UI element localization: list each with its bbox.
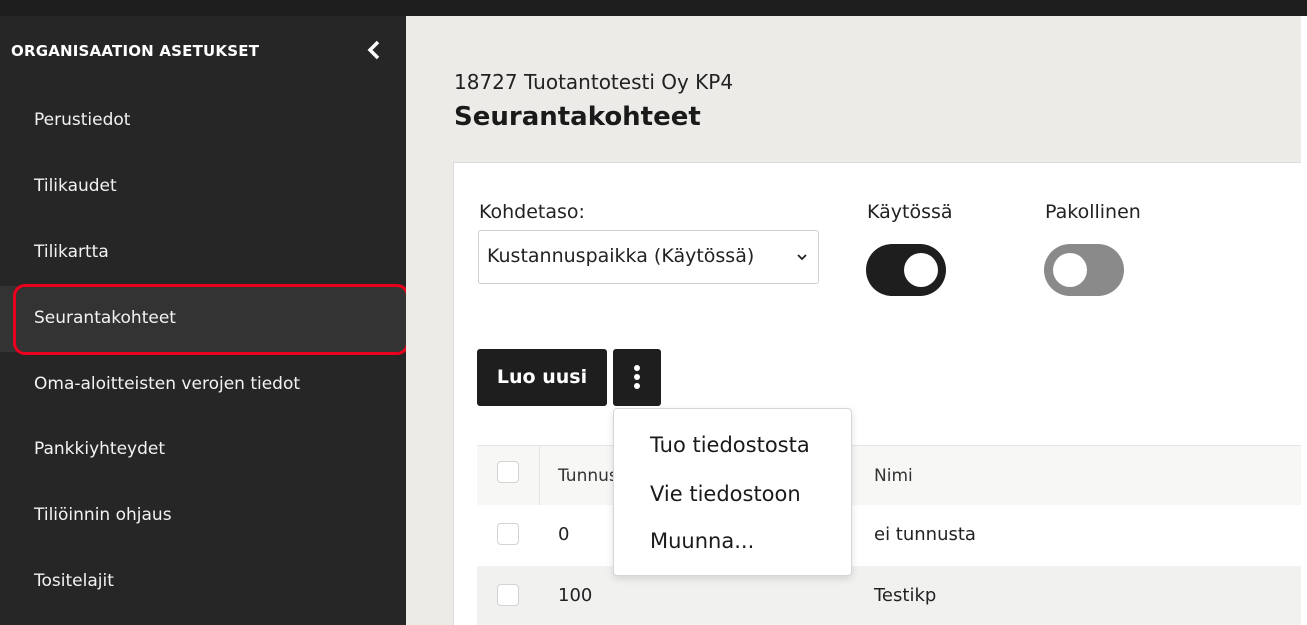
content-panel: Kohdetaso: Kustannuspaikka (Käytössä) Kä… bbox=[453, 162, 1302, 625]
pakollinen-toggle[interactable] bbox=[1044, 244, 1124, 296]
table-header: Tunnus Nimi bbox=[477, 445, 1302, 506]
more-actions-button[interactable] bbox=[613, 349, 661, 406]
toggle-knob bbox=[1053, 253, 1087, 287]
sidebar-title: ORGANISAATION ASETUKSET bbox=[11, 42, 260, 60]
column-header-tunnus[interactable]: Tunnus bbox=[558, 466, 618, 486]
sidebar-item-tilikaudet[interactable]: Tilikaudet bbox=[0, 154, 406, 220]
create-new-button[interactable]: Luo uusi bbox=[477, 349, 607, 406]
column-header-nimi[interactable]: Nimi bbox=[874, 466, 913, 486]
sidebar-item-label: Tositelajit bbox=[34, 571, 114, 591]
cell-nimi: ei tunnusta bbox=[874, 524, 976, 545]
sidebar-header: ORGANISAATION ASETUKSET bbox=[0, 16, 406, 88]
select-all-checkbox[interactable] bbox=[497, 461, 519, 483]
menu-item-export[interactable]: Vie tiedostoon bbox=[650, 482, 801, 506]
table-row[interactable]: 0 ei tunnusta bbox=[477, 505, 1302, 566]
seurantakohteet-table: Tunnus Nimi 0 ei tunnusta 100 Testikp bbox=[477, 445, 1302, 625]
sidebar-item-label: Pankkiyhteydet bbox=[34, 439, 166, 459]
sidebar: ORGANISAATION ASETUKSET Perustiedot Tili… bbox=[0, 16, 409, 625]
cell-tunnus: 100 bbox=[558, 585, 593, 606]
top-bar bbox=[0, 0, 1307, 16]
table-row[interactable]: 100 Testikp bbox=[477, 566, 1302, 625]
sidebar-item-label: Tiliöinnin ohjaus bbox=[34, 505, 172, 525]
sidebar-item-tositelajit[interactable]: Tositelajit bbox=[0, 549, 406, 615]
kaytossa-label: Käytössä bbox=[867, 201, 953, 223]
create-new-button-label: Luo uusi bbox=[496, 366, 588, 388]
sidebar-item-tilikartta[interactable]: Tilikartta bbox=[0, 220, 406, 286]
toggle-knob bbox=[904, 253, 938, 287]
cell-nimi: Testikp bbox=[874, 585, 937, 606]
sidebar-item-label: Seurantakohteet bbox=[34, 308, 176, 328]
sidebar-item-perustiedot[interactable]: Perustiedot bbox=[0, 88, 406, 154]
chevron-down-icon bbox=[797, 254, 807, 261]
chevron-left-icon[interactable] bbox=[366, 40, 382, 60]
sidebar-item-tilioinnin-ohjaus[interactable]: Tiliöinnin ohjaus bbox=[0, 483, 406, 549]
sidebar-item-label: Tilikaudet bbox=[34, 176, 117, 196]
more-actions-menu: Tuo tiedostosta Vie tiedostoon Muunna... bbox=[613, 408, 852, 576]
organization-name: 18727 Tuotantotesti Oy KP4 bbox=[454, 70, 734, 94]
menu-item-convert[interactable]: Muunna... bbox=[650, 529, 754, 553]
row-checkbox[interactable] bbox=[497, 584, 519, 606]
pakollinen-label: Pakollinen bbox=[1045, 201, 1141, 223]
kaytossa-toggle[interactable] bbox=[866, 244, 946, 296]
sidebar-item-label: Perustiedot bbox=[34, 110, 131, 130]
sidebar-item-label: Oma-aloitteisten verojen tiedot bbox=[34, 374, 301, 394]
vertical-ellipsis-icon bbox=[634, 365, 640, 389]
menu-item-import[interactable]: Tuo tiedostosta bbox=[650, 433, 810, 457]
row-checkbox[interactable] bbox=[497, 523, 519, 545]
right-edge bbox=[1301, 16, 1307, 625]
page-title: Seurantakohteet bbox=[454, 102, 701, 132]
cell-tunnus: 0 bbox=[558, 524, 570, 545]
kohdetaso-label: Kohdetaso: bbox=[479, 201, 585, 223]
column-divider bbox=[539, 446, 540, 506]
kohdetaso-select-value: Kustannuspaikka (Käytössä) bbox=[487, 245, 755, 267]
sidebar-item-label: Tilikartta bbox=[34, 242, 109, 262]
main-content: 18727 Tuotantotesti Oy KP4 Seurantakohte… bbox=[406, 16, 1302, 625]
sidebar-item-pankkiyhteydet[interactable]: Pankkiyhteydet bbox=[0, 417, 406, 483]
kohdetaso-select[interactable]: Kustannuspaikka (Käytössä) bbox=[478, 230, 819, 284]
sidebar-item-seurantakohteet[interactable]: Seurantakohteet bbox=[0, 286, 406, 352]
sidebar-item-oma-aloitteisten-verojen-tiedot[interactable]: Oma-aloitteisten verojen tiedot bbox=[0, 352, 406, 418]
